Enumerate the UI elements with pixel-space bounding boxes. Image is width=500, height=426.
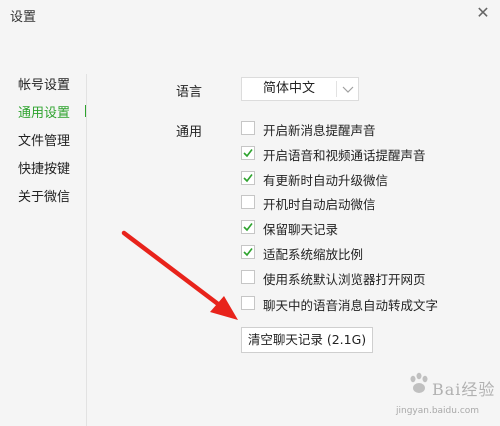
- watermark: Bai经验 jingyan.baidu.com: [388, 368, 498, 424]
- watermark-url: jingyan.baidu.com: [396, 406, 480, 416]
- red-arrow-annotation: [121, 230, 238, 320]
- paw-logo-icon: [410, 372, 428, 393]
- settings-window: 设置 ✕ 帐号设置 通用设置 文件管理 快捷按键 关于微信 语言 简体中文 通用…: [0, 0, 500, 426]
- watermark-text: Bai经验: [432, 380, 496, 399]
